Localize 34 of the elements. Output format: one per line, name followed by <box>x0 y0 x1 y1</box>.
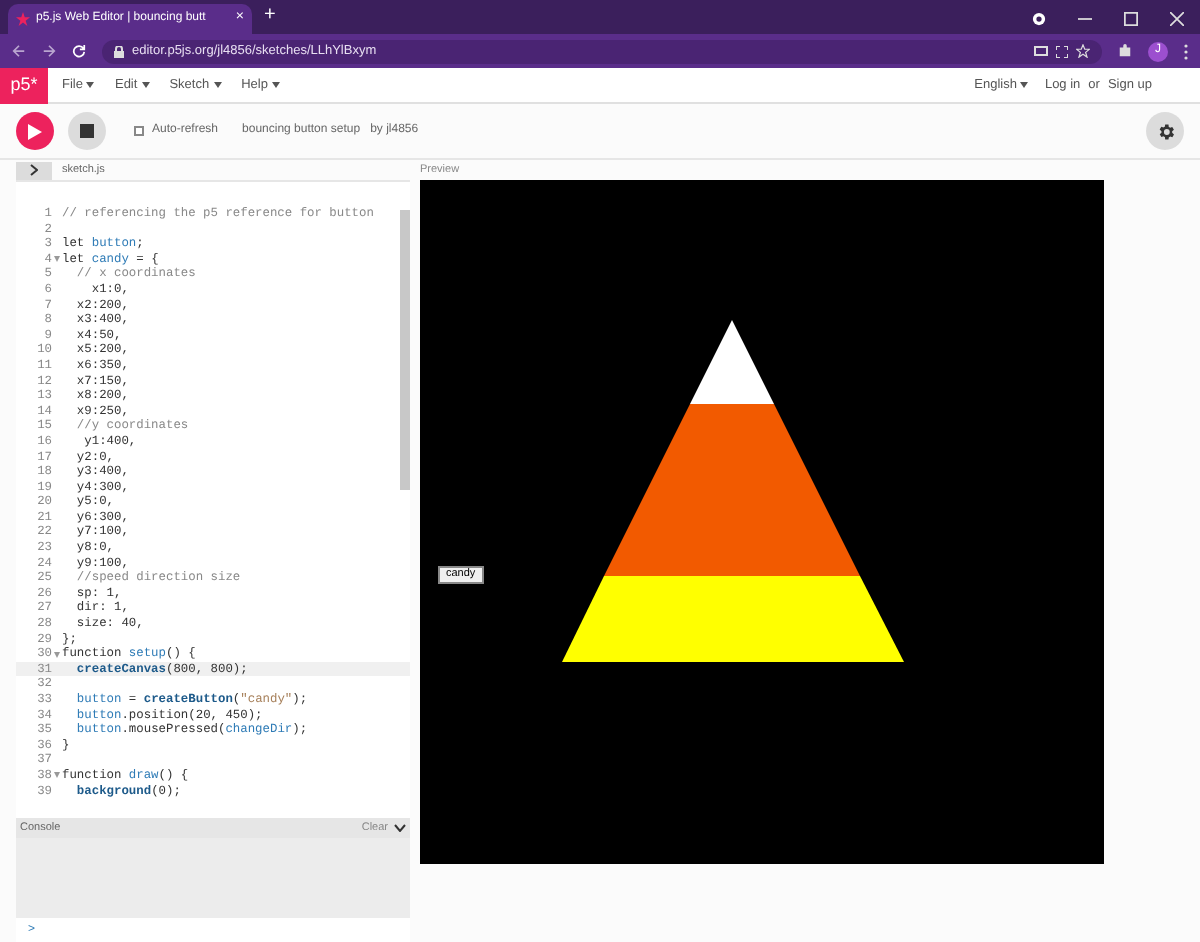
back-arrow-icon[interactable] <box>12 44 26 58</box>
record-icon[interactable] <box>1032 12 1046 26</box>
close-icon[interactable] <box>1170 12 1184 26</box>
p5-favicon-icon <box>16 12 30 26</box>
caret-icon <box>141 82 150 88</box>
caret-icon <box>213 82 222 88</box>
reload-icon[interactable] <box>72 44 86 58</box>
fold-arrow-icon[interactable] <box>54 651 60 658</box>
puzzle-icon[interactable] <box>1118 44 1132 58</box>
caret-icon <box>86 82 95 88</box>
expand-sidebar-button[interactable] <box>16 161 52 179</box>
star-icon[interactable] <box>1076 44 1090 58</box>
maximize-icon[interactable] <box>1124 12 1138 26</box>
lock-icon <box>114 45 124 57</box>
minimize-icon[interactable] <box>1078 12 1092 26</box>
stop-icon <box>80 124 94 138</box>
chevron-right-icon <box>30 164 38 176</box>
play-button[interactable] <box>16 112 54 150</box>
cast-icon[interactable] <box>1034 45 1048 57</box>
stop-button[interactable] <box>68 112 106 150</box>
settings-icon <box>1155 121 1175 141</box>
auto-refresh-checkbox[interactable] <box>134 126 144 136</box>
fold-arrow-icon[interactable] <box>54 772 60 779</box>
caret-icon <box>271 82 280 88</box>
play-icon <box>28 123 42 139</box>
caret-icon <box>1020 82 1029 88</box>
chevron-down-icon[interactable] <box>394 824 406 832</box>
fold-arrow-icon[interactable] <box>54 256 60 263</box>
qr-icon[interactable] <box>1056 45 1068 57</box>
forward-arrow-icon[interactable] <box>42 44 56 58</box>
p5-logo[interactable]: p5* <box>0 67 48 103</box>
settings-button[interactable] <box>1146 112 1184 150</box>
scrollbar[interactable] <box>400 210 410 490</box>
new-tab-button[interactable]: + <box>264 0 276 30</box>
